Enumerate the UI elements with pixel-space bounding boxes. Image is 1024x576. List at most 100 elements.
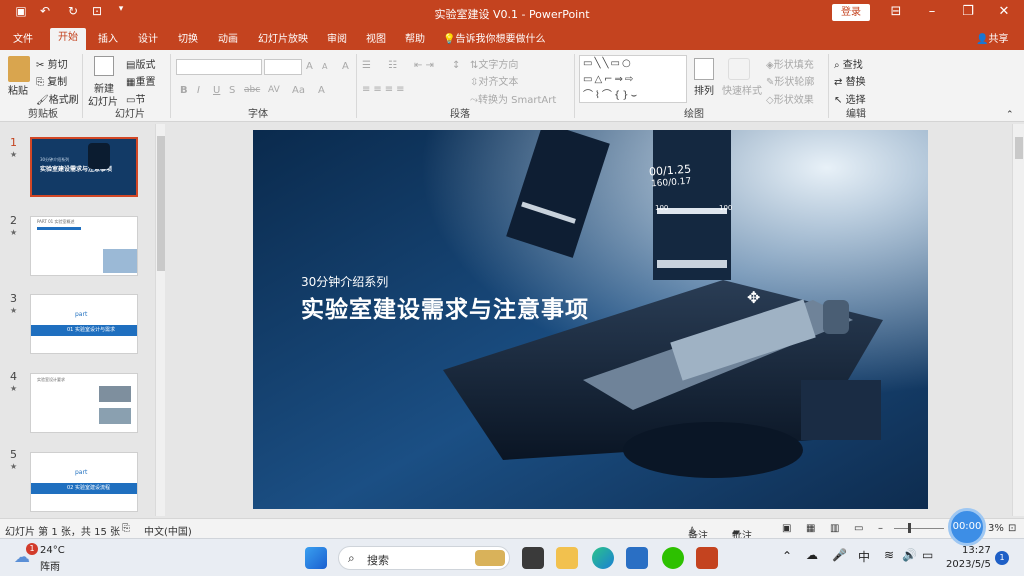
quick-styles-button[interactable]: 快速样式 [722,82,762,97]
task-view-icon[interactable] [522,547,544,569]
zoom-out-icon[interactable]: – [878,523,883,534]
font-name-input[interactable] [176,59,262,75]
editor-scrollbar[interactable] [1012,124,1024,516]
font-size-input[interactable] [264,59,302,75]
layout-button[interactable]: ▤版式 [126,56,155,71]
clear-format-button[interactable]: A [342,61,349,72]
slide-thumbnail[interactable]: PART 01 实验室概述 [30,216,138,276]
spellcheck-icon[interactable]: ⎘ [122,523,130,534]
tab-insert[interactable]: 插入 [98,32,118,52]
arrange-button[interactable]: 排列 [694,82,714,97]
shape-fill-button[interactable]: ◈形状填充 [766,56,814,71]
format-painter-button[interactable]: 🖌格式刷 [36,91,79,106]
login-button[interactable]: 登录 [832,4,870,21]
thumbnail-scrollbar[interactable] [155,124,165,516]
numbering-button[interactable]: ☷ [388,60,397,71]
slide-title[interactable]: 实验室建设需求与注意事项 [301,290,589,324]
slide-thumbnail[interactable]: part 02 实验室建设流程 [30,452,138,512]
store-icon[interactable] [626,547,648,569]
tab-home[interactable]: 开始 [50,28,86,50]
font-color-button[interactable]: A [318,85,325,96]
slide-kicker[interactable]: 30分钟介绍系列 [301,273,388,290]
char-spacing-button[interactable]: AV [268,85,280,95]
share-button[interactable]: 👤共享 [976,32,1008,52]
normal-view-icon[interactable]: ▣ [782,523,791,534]
weather-text[interactable]: 阵雨 [40,558,60,573]
clock-time[interactable]: 13:27 [962,545,991,556]
edge-icon[interactable] [592,547,614,569]
paste-button[interactable]: 粘贴 [8,82,28,97]
replace-button[interactable]: ⇄ 替换 [834,73,866,88]
wifi-icon[interactable]: ≋ [884,548,894,562]
tell-me-box[interactable]: 💡告诉我你想要做什么 [443,32,545,52]
shapes-gallery[interactable]: ▭╲╲▭○ ▭△⌐⇒⇨ ⌒⌇⌒{}⌣ [579,55,687,103]
language-indicator[interactable]: 中文(中国) [144,523,192,538]
line-spacing-button[interactable]: ↕ [452,60,460,71]
tab-transitions[interactable]: 切换 [178,32,198,52]
grow-font-button[interactable]: A [306,61,313,72]
slide-thumbnail[interactable]: 30分钟介绍系列 实验室建设需求与注意事项 [30,137,138,197]
ribbon-display-icon[interactable]: ⊟ [886,4,906,19]
tab-slideshow[interactable]: 幻灯片放映 [258,32,308,52]
ime-indicator[interactable]: 中 [858,548,870,565]
quick-styles-icon[interactable] [728,58,750,80]
paragraph-align-buttons[interactable]: ≡≡≡≡ [362,84,408,95]
tab-design[interactable]: 设计 [138,32,158,52]
scroll-thumb[interactable] [1015,137,1023,159]
tab-help[interactable]: 帮助 [405,32,425,52]
arrange-icon[interactable] [694,58,714,80]
tab-review[interactable]: 审阅 [327,32,347,52]
close-icon[interactable]: ✕ [994,4,1014,19]
bold-button[interactable]: B [180,85,188,96]
restore-icon[interactable]: ❐ [958,4,978,19]
temperature[interactable]: 24°C [40,545,65,556]
zoom-slider-thumb[interactable] [908,523,911,533]
cloud-icon[interactable]: ☁ [806,548,818,562]
volume-icon[interactable]: 🔊 [902,548,917,562]
collapse-ribbon-icon[interactable]: ⌃ [1006,110,1014,120]
cut-button[interactable]: ✂ 剪切 [36,56,68,71]
tab-animations[interactable]: 动画 [218,32,238,52]
section-button[interactable]: ▭节 [126,91,145,106]
tab-view[interactable]: 视图 [366,32,386,52]
reading-view-icon[interactable]: ▥ [830,523,839,534]
wechat-icon[interactable] [662,547,684,569]
slide-thumbnail[interactable]: part 01 实验室设计与需求 [30,294,138,354]
text-direction-button[interactable]: ⇅文字方向 [470,56,518,71]
shadow-button[interactable]: S [229,85,235,96]
indent-button[interactable]: ⇤ ⇥ [414,60,434,71]
strikethrough-button[interactable]: abc [244,85,260,95]
slide-sorter-icon[interactable]: ▦ [806,523,815,534]
file-explorer-icon[interactable] [556,547,578,569]
new-slide-icon[interactable] [94,56,114,76]
reset-button[interactable]: ▦重置 [126,73,155,88]
shrink-font-button[interactable]: A [322,62,327,71]
microphone-icon[interactable]: 🎤 [832,548,847,562]
find-button[interactable]: ⌕ 查找 [834,56,863,71]
align-text-button[interactable]: ⇳对齐文本 [470,73,518,88]
tab-file[interactable]: 文件 [13,32,33,52]
slide-thumbnail[interactable]: 实验室设计要求 [30,373,138,433]
paste-icon[interactable] [8,56,30,82]
underline-button[interactable]: U [213,85,220,96]
clock-date[interactable]: 2023/5/5 [946,559,991,570]
search-box[interactable]: ⌕ 搜索 [338,546,510,570]
tray-expand-icon[interactable]: ⌃ [782,549,792,563]
italic-button[interactable]: I [197,85,200,96]
slideshow-view-icon[interactable]: ▭ [854,523,863,534]
recording-timer[interactable]: 00:00 [948,508,986,546]
current-slide[interactable]: 30分钟介绍系列 实验室建设需求与注意事项 00/1.25 160/0.17 1… [253,130,928,509]
minimize-icon[interactable]: – [922,4,942,19]
select-button[interactable]: ↖ 选择 [834,91,866,106]
battery-icon[interactable]: ▭ [922,548,933,562]
notification-badge[interactable]: 1 [995,551,1009,565]
copy-button[interactable]: ⎘ 复制 [36,73,67,88]
fit-slide-icon[interactable]: ⊡ [1008,523,1016,534]
zoom-slider[interactable] [894,528,944,529]
zoom-level[interactable]: 3% [988,523,1004,534]
shape-effects-button[interactable]: ◇形状效果 [766,91,814,106]
start-icon[interactable] [305,547,327,569]
smartart-button[interactable]: ⤳转换为 SmartArt [470,91,556,106]
bullets-button[interactable]: ☰ [362,60,371,71]
change-case-button[interactable]: Aa [292,85,305,96]
